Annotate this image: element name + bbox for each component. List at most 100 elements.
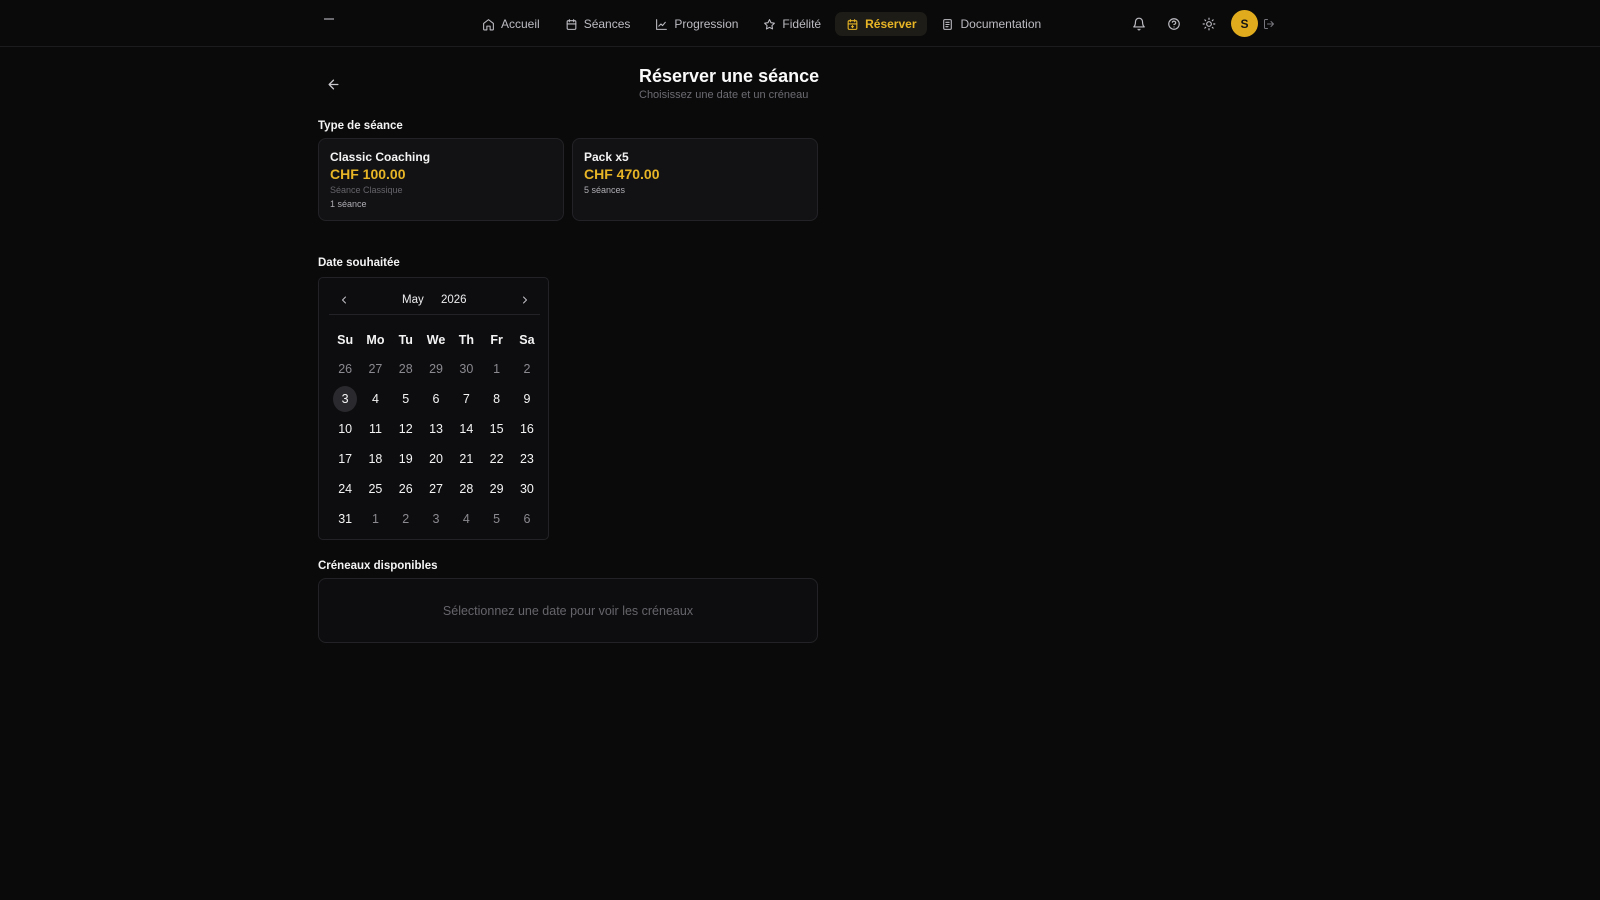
calendar-day[interactable]: 19 bbox=[391, 446, 421, 472]
calendar-day-number: 4 bbox=[371, 392, 379, 406]
back-button[interactable] bbox=[322, 73, 344, 95]
time-slots-panel: Sélectionnez une date pour voir les crén… bbox=[318, 578, 818, 643]
calendar-day[interactable]: 1 bbox=[360, 506, 390, 532]
calendar-day-number: 28 bbox=[459, 482, 474, 496]
bell-icon bbox=[1133, 17, 1145, 30]
calendar-day[interactable]: 28 bbox=[451, 476, 481, 502]
calendar-day-number: 24 bbox=[338, 482, 353, 496]
calendar-day-number: 22 bbox=[489, 452, 504, 466]
user-avatar[interactable]: S bbox=[1231, 10, 1258, 37]
calendar-day[interactable]: 26 bbox=[391, 476, 421, 502]
calendar-day[interactable]: 11 bbox=[360, 416, 390, 442]
nav-item-fidelite[interactable]: Fidélité bbox=[752, 12, 832, 36]
nav-item-seances[interactable]: Séances bbox=[554, 12, 642, 36]
nav-item-reserver[interactable]: Réserver bbox=[835, 12, 928, 36]
nav-item-label: Progression bbox=[674, 17, 739, 31]
theme-toggle-button[interactable] bbox=[1196, 11, 1222, 37]
previous-month-button[interactable] bbox=[335, 291, 353, 309]
chevron-right-icon bbox=[523, 296, 527, 304]
calendar-day-number: 9 bbox=[523, 392, 531, 406]
star-icon bbox=[764, 18, 776, 29]
calendar-day[interactable]: 5 bbox=[391, 386, 421, 412]
calendar-day[interactable]: 21 bbox=[451, 446, 481, 472]
top-navigation-bar: Accueil Séances Progression Fidélité Rés… bbox=[0, 0, 1600, 47]
calendar-day-number: 17 bbox=[338, 452, 353, 466]
calendar-day-number: 28 bbox=[398, 362, 413, 376]
calendar-day[interactable]: 9 bbox=[512, 386, 542, 412]
logout-icon bbox=[1264, 18, 1274, 29]
calendar-day[interactable]: 26 bbox=[330, 356, 360, 382]
calendar-day[interactable]: 30 bbox=[451, 356, 481, 382]
logout-button[interactable] bbox=[1263, 17, 1277, 31]
next-month-button[interactable] bbox=[516, 291, 534, 309]
calendar-day-number: 10 bbox=[338, 422, 353, 436]
calendar-day[interactable]: 17 bbox=[330, 446, 360, 472]
calendar-day[interactable]: 8 bbox=[481, 386, 511, 412]
calendar-day[interactable]: 18 bbox=[360, 446, 390, 472]
calendar-day-number: 25 bbox=[368, 482, 383, 496]
calendar-day-number: 5 bbox=[493, 512, 501, 526]
calendar-day[interactable]: 1 bbox=[481, 356, 511, 382]
calendar-day[interactable]: 3 bbox=[421, 506, 451, 532]
nav-item-label: Séances bbox=[583, 17, 631, 31]
calendar-day[interactable]: 25 bbox=[360, 476, 390, 502]
weekday-label: Sa bbox=[519, 333, 535, 347]
page-subtitle: Choisissez une date et un créneau bbox=[639, 89, 809, 101]
nav-item-accueil[interactable]: Accueil bbox=[471, 12, 551, 36]
help-button[interactable] bbox=[1161, 11, 1187, 37]
calendar-day-number: 26 bbox=[338, 362, 353, 376]
calendar-day[interactable]: 30 bbox=[512, 476, 542, 502]
notifications-button[interactable] bbox=[1126, 11, 1152, 37]
calendar-day-number: 15 bbox=[489, 422, 504, 436]
sun-icon bbox=[1202, 17, 1216, 30]
calendar-day[interactable]: 7 bbox=[451, 386, 481, 412]
calendar-day[interactable]: 20 bbox=[421, 446, 451, 472]
calendar-day[interactable]: 13 bbox=[421, 416, 451, 442]
slots-empty-message: Sélectionnez une date pour voir les crén… bbox=[442, 603, 694, 618]
calendar-week-row: 24 25 26 27 28 29 30 bbox=[330, 476, 542, 506]
calendar-day[interactable]: 23 bbox=[512, 446, 542, 472]
calendar-day[interactable]: 10 bbox=[330, 416, 360, 442]
calendar-day[interactable]: 14 bbox=[451, 416, 481, 442]
calendar-day[interactable]: 22 bbox=[481, 446, 511, 472]
logo[interactable] bbox=[324, 18, 334, 20]
calendar-day-number: 1 bbox=[371, 512, 379, 526]
calendar-day[interactable]: 16 bbox=[512, 416, 542, 442]
calendar-icon bbox=[566, 18, 577, 30]
calendar-day[interactable]: 4 bbox=[360, 386, 390, 412]
calendar-day[interactable]: 4 bbox=[451, 506, 481, 532]
calendar-day-number: 21 bbox=[459, 452, 474, 466]
session-option-pack[interactable]: Pack x5 CHF 470.00 5 séances bbox=[572, 138, 818, 221]
year-select[interactable]: 2026 bbox=[441, 294, 467, 306]
calendar-day[interactable]: 2 bbox=[391, 506, 421, 532]
calendar-day[interactable]: 6 bbox=[512, 506, 542, 532]
main-nav: Accueil Séances Progression Fidélité Rés… bbox=[471, 12, 1052, 36]
calendar-day[interactable]: 24 bbox=[330, 476, 360, 502]
nav-item-label: Fidélité bbox=[782, 17, 822, 31]
calendar-day[interactable]: 27 bbox=[360, 356, 390, 382]
chevron-left-icon bbox=[342, 296, 346, 304]
session-option-classic[interactable]: Classic Coaching CHF 100.00 Séance Class… bbox=[318, 138, 564, 221]
calendar-plus-icon bbox=[847, 18, 858, 30]
calendar-day[interactable]: 5 bbox=[481, 506, 511, 532]
calendar-day[interactable]: 29 bbox=[421, 356, 451, 382]
calendar-day[interactable]: 6 bbox=[421, 386, 451, 412]
calendar-day[interactable]: 2 bbox=[512, 356, 542, 382]
nav-item-documentation[interactable]: Documentation bbox=[930, 12, 1052, 36]
calendar-day-number: 12 bbox=[398, 422, 413, 436]
nav-item-progression[interactable]: Progression bbox=[644, 12, 749, 36]
session-type-label: Type de séance bbox=[318, 120, 403, 132]
home-icon bbox=[483, 18, 494, 30]
calendar-day[interactable]: 27 bbox=[421, 476, 451, 502]
calendar-day-number: 4 bbox=[462, 512, 470, 526]
calendar-day[interactable]: 31 bbox=[330, 506, 360, 532]
calendar-grid: Su Mo Tu We Th Fr Sa 26 27 28 29 30 1 2 3 4 5 6 7 8 9 10 11 12… bbox=[330, 330, 542, 536]
calendar-day[interactable]: 12 bbox=[391, 416, 421, 442]
calendar-day-today[interactable]: 3 bbox=[330, 386, 360, 412]
calendar-day[interactable]: 29 bbox=[481, 476, 511, 502]
month-select[interactable]: May bbox=[402, 294, 424, 306]
calendar-day-number: 2 bbox=[523, 362, 531, 376]
calendar-day-number: 16 bbox=[519, 422, 534, 436]
calendar-day[interactable]: 28 bbox=[391, 356, 421, 382]
calendar-day[interactable]: 15 bbox=[481, 416, 511, 442]
